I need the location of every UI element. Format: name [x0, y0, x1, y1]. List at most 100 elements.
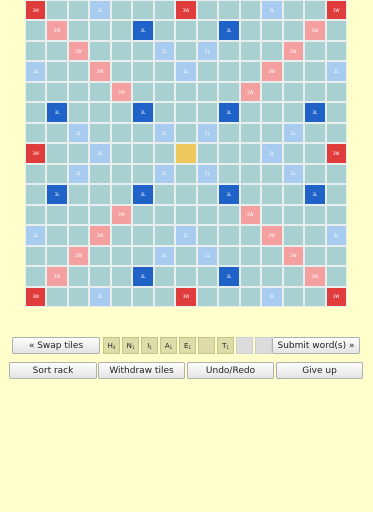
submit-words-button[interactable]: Submit word(s) » — [272, 337, 360, 354]
triple-letter-square[interactable]: 3L — [132, 102, 154, 123]
triple-letter-square[interactable]: 3L — [218, 266, 240, 287]
triple-word-square[interactable]: 3W — [175, 286, 197, 307]
board-square[interactable] — [110, 61, 133, 82]
board-square[interactable] — [304, 81, 326, 103]
board-square[interactable] — [239, 245, 262, 267]
triple-letter-square[interactable]: 3L — [46, 102, 68, 123]
withdraw-tiles-button[interactable]: Withdraw tiles — [98, 362, 185, 379]
board-square[interactable] — [239, 225, 262, 246]
board-square[interactable] — [304, 61, 326, 82]
board-square[interactable] — [239, 20, 262, 41]
board-square[interactable] — [25, 245, 47, 267]
board-square[interactable] — [304, 0, 326, 21]
board-square[interactable] — [325, 204, 347, 226]
double-word-square[interactable]: 2W — [110, 204, 133, 226]
board-square[interactable] — [153, 204, 176, 226]
triple-letter-square[interactable]: 3L — [218, 184, 240, 205]
board-square[interactable] — [196, 102, 219, 123]
double-letter-square[interactable]: 2L — [67, 122, 90, 144]
board-square[interactable] — [110, 286, 133, 307]
triple-letter-square[interactable]: 3L — [304, 184, 326, 205]
rack-tile[interactable]: E1 — [179, 337, 196, 354]
board-square[interactable] — [132, 163, 154, 185]
board-square[interactable] — [261, 40, 283, 62]
board-square[interactable] — [153, 143, 176, 164]
undo-redo-button[interactable]: Undo/Redo — [187, 362, 274, 379]
board-square[interactable] — [153, 225, 176, 246]
board-square[interactable] — [25, 122, 47, 144]
board-square[interactable] — [218, 122, 240, 144]
triple-word-square[interactable]: 3W — [175, 0, 197, 21]
swap-tiles-button[interactable]: « Swap tiles — [12, 337, 100, 354]
board-square[interactable] — [175, 204, 197, 226]
board-square[interactable] — [153, 266, 176, 287]
board-square[interactable] — [89, 163, 111, 185]
board-square[interactable] — [218, 143, 240, 164]
board-square[interactable] — [110, 184, 133, 205]
board-square[interactable] — [110, 0, 133, 21]
double-word-square[interactable]: 2W — [282, 40, 305, 62]
board-square[interactable] — [304, 163, 326, 185]
board-square[interactable] — [132, 0, 154, 21]
board-square[interactable] — [46, 61, 68, 82]
board-square[interactable] — [239, 40, 262, 62]
board-square[interactable] — [89, 204, 111, 226]
board-square[interactable] — [25, 81, 47, 103]
triple-letter-square[interactable]: 3L — [132, 20, 154, 41]
board-square[interactable] — [196, 184, 219, 205]
double-letter-square[interactable]: 2L — [282, 122, 305, 144]
board-square[interactable] — [261, 81, 283, 103]
triple-word-square[interactable]: 3W — [325, 143, 347, 164]
board-square[interactable] — [25, 204, 47, 226]
board-square[interactable] — [261, 266, 283, 287]
board-square[interactable] — [67, 184, 90, 205]
rack-tile[interactable]: I1 — [141, 337, 158, 354]
board-square[interactable] — [325, 40, 347, 62]
board-square[interactable] — [175, 245, 197, 267]
board-square[interactable] — [218, 81, 240, 103]
double-letter-square[interactable]: 2L — [175, 225, 197, 246]
board-square[interactable] — [282, 143, 305, 164]
board-square[interactable] — [153, 184, 176, 205]
board-square[interactable] — [132, 40, 154, 62]
double-letter-square[interactable]: 2L — [261, 0, 283, 21]
board-square[interactable] — [261, 204, 283, 226]
board-square[interactable] — [196, 286, 219, 307]
board-square[interactable] — [304, 245, 326, 267]
double-letter-square[interactable]: 2L — [67, 163, 90, 185]
board-square[interactable] — [218, 204, 240, 226]
double-letter-square[interactable]: 2L — [89, 143, 111, 164]
board-square[interactable] — [261, 184, 283, 205]
board-square[interactable] — [304, 122, 326, 144]
board-square[interactable] — [196, 266, 219, 287]
board-square[interactable] — [110, 163, 133, 185]
board-square[interactable] — [218, 61, 240, 82]
board-square[interactable] — [132, 204, 154, 226]
double-letter-square[interactable]: 2L — [196, 245, 219, 267]
board-square[interactable] — [261, 20, 283, 41]
board-square[interactable] — [153, 286, 176, 307]
board-square[interactable] — [46, 143, 68, 164]
rack-tile[interactable]: A1 — [160, 337, 177, 354]
board-square[interactable] — [282, 184, 305, 205]
double-word-square[interactable]: 2W — [67, 245, 90, 267]
board-square[interactable] — [46, 81, 68, 103]
board-square[interactable] — [175, 184, 197, 205]
board-square[interactable] — [239, 266, 262, 287]
board-square[interactable] — [175, 40, 197, 62]
board-square[interactable] — [110, 102, 133, 123]
board-square[interactable] — [218, 245, 240, 267]
board-square[interactable] — [153, 102, 176, 123]
double-letter-square[interactable]: 2L — [153, 245, 176, 267]
board-square[interactable] — [325, 163, 347, 185]
double-word-square[interactable]: 2W — [89, 225, 111, 246]
triple-letter-square[interactable]: 3L — [132, 184, 154, 205]
board-square[interactable] — [325, 102, 347, 123]
board-square[interactable] — [110, 40, 133, 62]
board-square[interactable] — [239, 143, 262, 164]
board-square[interactable] — [67, 204, 90, 226]
double-letter-square[interactable]: 2L — [261, 286, 283, 307]
board-square[interactable] — [89, 20, 111, 41]
board-square[interactable] — [110, 266, 133, 287]
double-letter-square[interactable]: 2L — [282, 163, 305, 185]
